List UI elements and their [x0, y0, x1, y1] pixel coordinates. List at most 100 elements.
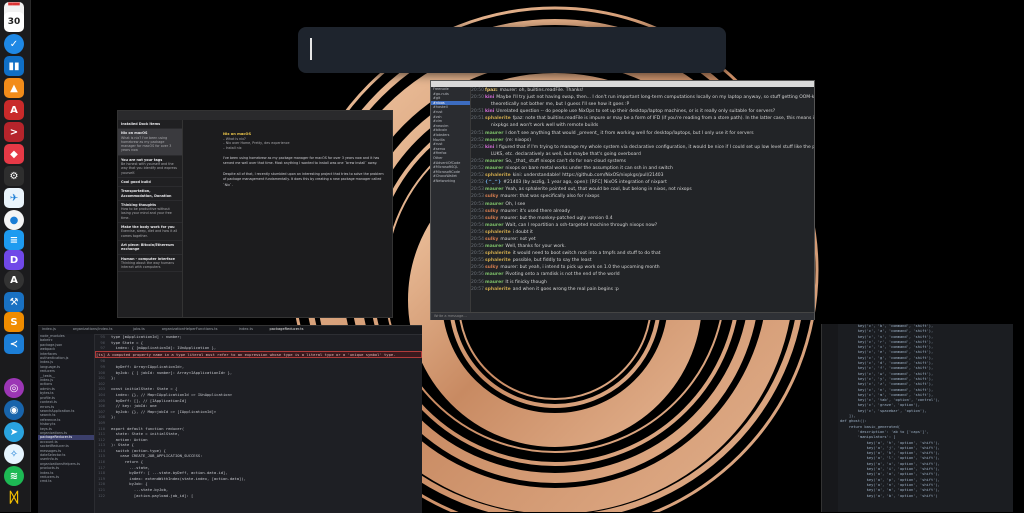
tasks-check-icon[interactable]: ✓	[4, 34, 24, 54]
message-nick[interactable]: sphalerite	[485, 287, 511, 292]
browser-icon[interactable]: ◉	[4, 400, 24, 420]
message-row: 20:52maurer nixops on bare metal works un…	[471, 165, 814, 172]
message-nick[interactable]: maurer	[485, 131, 503, 136]
code-text: const initialState: State = {	[111, 386, 178, 392]
message-nick[interactable]: sulky	[485, 194, 498, 199]
note-list-item[interactable]: Art piece: Bitcoin/Ethereum exchange	[118, 241, 182, 255]
message-text: it would need to boot switch root into a…	[512, 251, 661, 257]
message-row: 20:57sphalerite and when it goes wrong th…	[471, 286, 814, 293]
editor-tab[interactable]: organizations/index.ts	[73, 327, 113, 331]
message-nick[interactable]: kini	[485, 145, 494, 150]
chat-icon[interactable]: ●	[4, 210, 24, 230]
file-tree-item[interactable]: cmd.ts	[38, 479, 94, 483]
calendar-day-icon[interactable]: 30	[4, 12, 24, 32]
message-text: possible, but fiddly to say the least	[512, 258, 592, 264]
shield-app-icon[interactable]: ◆	[4, 144, 24, 164]
editor-tab[interactable]: organizationHelperFunctions.ts	[162, 327, 218, 331]
message-timestamp: 20:51	[471, 130, 484, 136]
message-nick[interactable]: {^_^}	[485, 180, 501, 185]
stack-icon[interactable]: ≡	[4, 230, 24, 250]
bird-app-icon[interactable]: ✈	[4, 188, 24, 208]
message-nick[interactable]: maurer	[485, 138, 503, 143]
message-input[interactable]: Write a message...	[431, 312, 814, 320]
line-number: 97	[100, 345, 105, 351]
dock: ▀▀▀ 30 ✓ ▮▮ ▲ A > ◆ ⚙ ✈ ● ≡ D A ⚒ S ≺ ◎ …	[0, 0, 31, 512]
code-area[interactable]: 95 type [mApplicationId] : number; 96 type …	[95, 334, 422, 513]
terminal-line: key('a', 'l', 'option', 'shift'),	[840, 456, 940, 461]
message-nick[interactable]: maurer	[485, 159, 503, 164]
message-text: Unrelated question -- do people use NixO…	[496, 109, 776, 115]
message-row: 20:52maurer So, _that_ stuff nixops can't…	[471, 158, 814, 165]
message-timestamp: 20:55	[471, 244, 484, 250]
message-nick[interactable]: sulky	[485, 209, 498, 214]
settings-gear-icon[interactable]: ⚙	[4, 166, 24, 186]
message-timestamp: 20:52	[471, 166, 484, 172]
message-nick[interactable]: sulky	[485, 265, 498, 270]
butterfly-icon[interactable]: ᛞ	[4, 488, 24, 508]
terminal-line: key('c', 'f', 'command', 'shift'),	[840, 366, 934, 371]
spotlight-search[interactable]	[298, 27, 726, 73]
message-timestamp: 20:54	[471, 229, 484, 235]
note-list-item[interactable]: Transportation, Accommodation, Donation	[118, 187, 182, 201]
alpha-icon[interactable]: A	[4, 270, 24, 290]
message-text: So, _that_ stuff nixops can't do for non…	[505, 158, 626, 164]
message-row: 20:53sulky maurer: it's used there alread…	[471, 208, 814, 215]
terminal-app-icon[interactable]: >	[4, 122, 24, 142]
message-nick[interactable]: sphalerite	[485, 116, 511, 121]
editor-tab[interactable]: jobs.ts	[133, 327, 145, 331]
note-list-item[interactable]: Cool good build	[118, 178, 182, 188]
vlc-cone-icon[interactable]: ▲	[4, 78, 24, 98]
message-nick[interactable]: maurer	[485, 272, 503, 277]
message-row: 20:52kini I figured that if I'm trying to…	[471, 144, 814, 151]
terminal-window[interactable]: key('c', 'b', 'command', 'shift'), key('…	[821, 324, 1013, 512]
terminal-line: key('c', 'e', 'command', 'shift'),	[840, 350, 934, 355]
message-nick[interactable]: maurer	[485, 223, 503, 228]
sublime-icon[interactable]: S	[4, 312, 24, 332]
message-text: maurer: it's used there already	[500, 208, 571, 214]
note-editor[interactable]: Nix on macOS – What is nix? – Nix over Ho…	[183, 120, 392, 317]
message-text: #21403 (by aszlig, 1 year ago, open): [R…	[503, 180, 667, 186]
code-text: byDeff: [ ...state.byDeff, action.data.i…	[111, 470, 228, 476]
pdf-icon[interactable]: A	[4, 100, 24, 120]
note-list-item[interactable]: Installed Dock Items	[118, 120, 182, 130]
note-bullets: – What is nix? – Nix over Home, Pretty, d…	[223, 137, 386, 150]
message-nick[interactable]: maurer	[485, 187, 503, 192]
vscode-icon[interactable]: ≺	[4, 334, 24, 354]
editor-tab[interactable]: index.js	[42, 327, 56, 331]
note-list-item[interactable]: Thinking thoughts How to be productive wi…	[118, 201, 182, 224]
editor-tab[interactable]: packageReducer.ts	[270, 327, 304, 331]
message-nick[interactable]: maurer	[485, 166, 503, 171]
message-input-text[interactable]: Write a message...	[434, 313, 467, 320]
xcode-icon[interactable]: ⚒	[4, 292, 24, 312]
podcast-icon[interactable]: ◎	[4, 378, 24, 398]
message-nick[interactable]: sulky	[485, 237, 498, 242]
trello-icon[interactable]: ▮▮	[4, 56, 24, 76]
note-list-item[interactable]: Nix on macOS What is nix? I've been using…	[118, 129, 182, 156]
message-nick[interactable]: kini	[485, 109, 494, 114]
message-nick[interactable]: sphalerite	[485, 230, 511, 235]
message-nick[interactable]: fpaz:	[485, 88, 498, 93]
channel-item[interactable]: #Networking	[431, 179, 470, 184]
safari-icon[interactable]: ✧	[4, 444, 24, 464]
spotify-icon[interactable]: ≋	[4, 466, 24, 486]
code-text: byJob: {}, // Map<jobId => [IApplication…	[111, 408, 217, 414]
note-list-item[interactable]: Human - computer interface Thinking about…	[118, 255, 182, 273]
notes-list: Installed Dock Items Nix on macOS What is …	[118, 120, 183, 317]
message-nick[interactable]: sphalerite	[485, 251, 511, 256]
message-nick[interactable]: sulky	[485, 216, 498, 221]
editor-tab[interactable]: index.ts	[239, 327, 253, 331]
message-nick[interactable]: maurer	[485, 280, 503, 285]
message-nick[interactable]: maurer	[485, 202, 503, 207]
message-text: and when it goes wrong the real pain beg…	[512, 286, 619, 292]
code-text: byJob: {	[111, 481, 148, 487]
message-nick[interactable]: maurer	[485, 244, 503, 249]
code-text: index: {}, // Map<IApplicationId => IUnA…	[111, 391, 233, 397]
note-list-item[interactable]: Make the body work for you Exercise, slee…	[118, 223, 182, 241]
message-nick[interactable]: kini	[485, 95, 494, 100]
message-nick[interactable]: sphalerite	[485, 258, 511, 263]
telegram-icon[interactable]: ➤	[4, 422, 24, 442]
message-nick[interactable]: sphalerite	[485, 173, 511, 178]
d-app-icon[interactable]: D	[4, 250, 24, 270]
note-list-item[interactable]: You are not your tags Be honest with your…	[118, 156, 182, 178]
code-text: ): State {	[111, 442, 134, 448]
